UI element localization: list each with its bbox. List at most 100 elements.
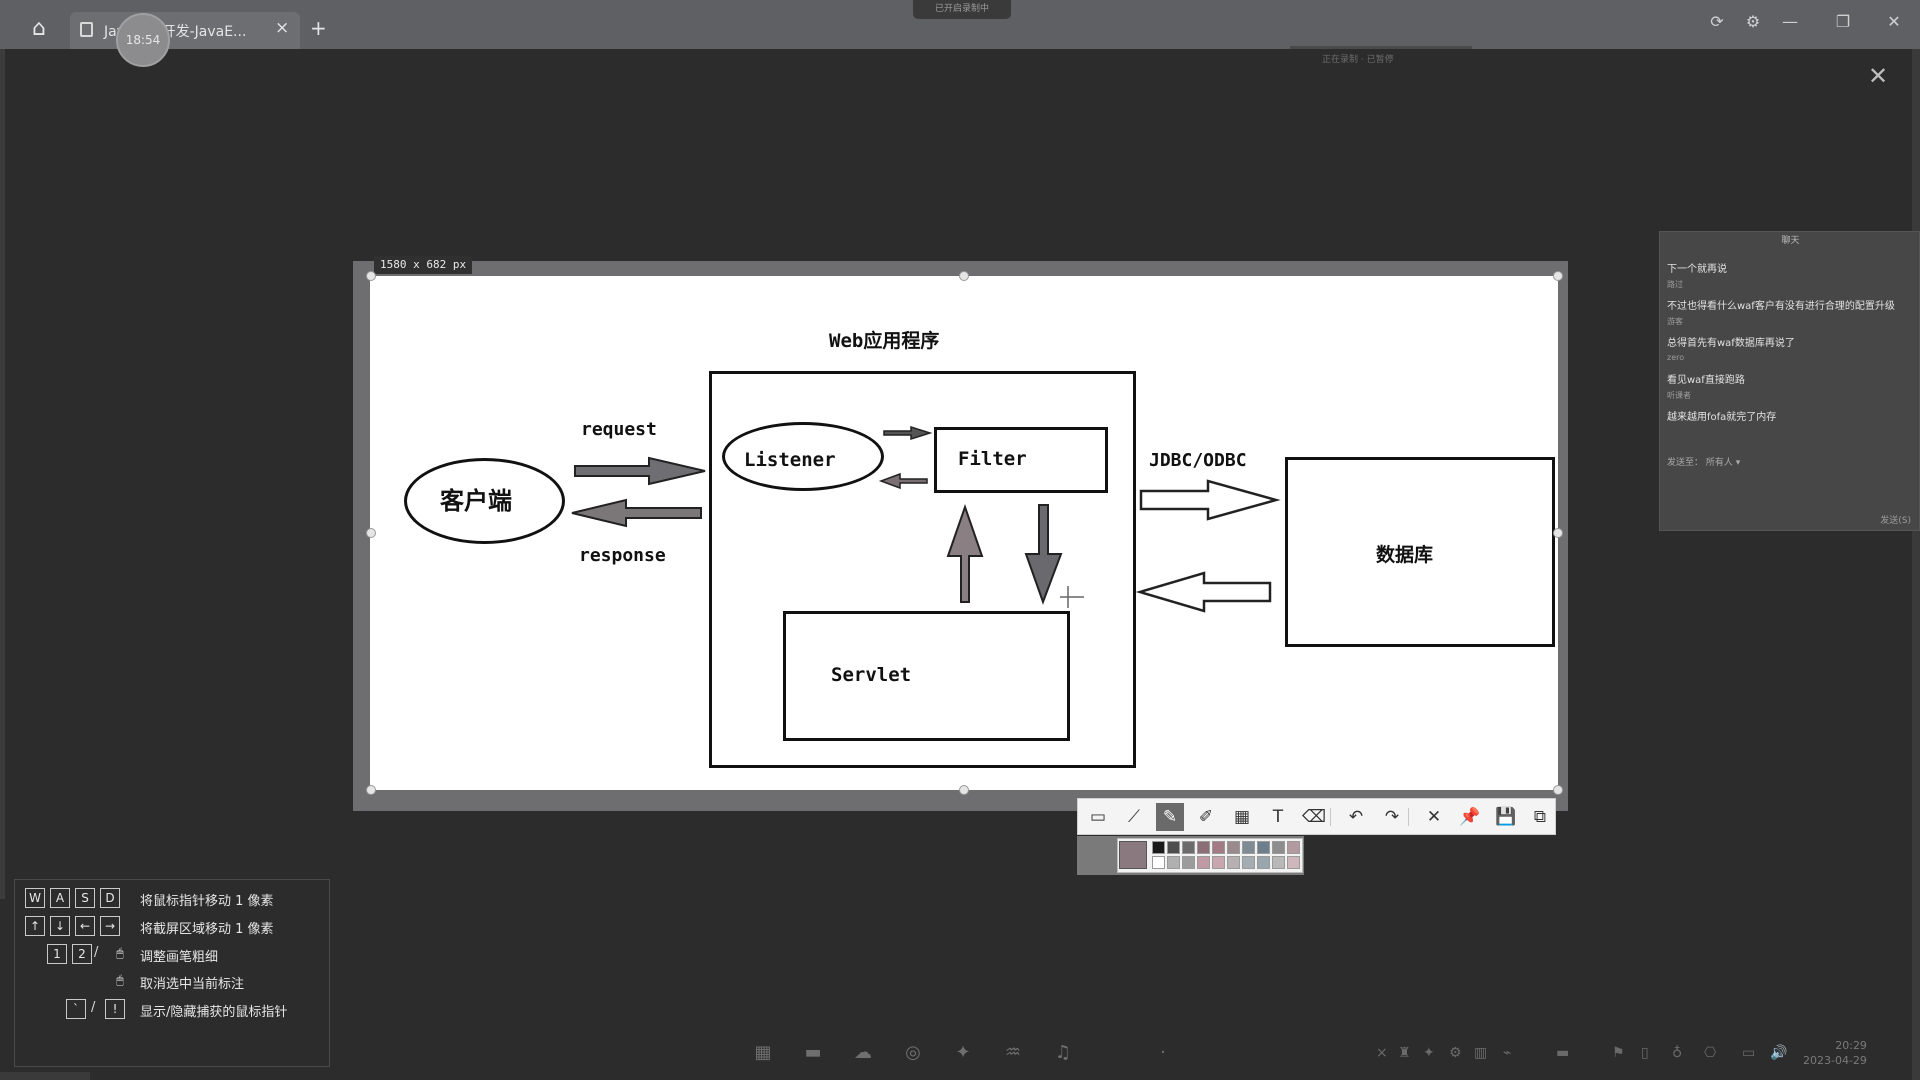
color-swatch[interactable]	[1227, 841, 1240, 854]
tray-icon[interactable]: ♜	[1398, 1045, 1411, 1061]
color-swatch[interactable]	[1182, 856, 1195, 869]
chat-sender-name: 听课者	[1667, 391, 1691, 400]
tray-icon[interactable]: ▥	[1474, 1045, 1487, 1061]
tray-icon[interactable]: ▯	[1641, 1045, 1649, 1061]
copy-tool-icon[interactable]: ⧉	[1526, 803, 1554, 831]
keyboard-key: A	[50, 888, 70, 908]
clock-time: 20:29	[1835, 1039, 1867, 1052]
key-separator: /	[94, 945, 99, 960]
servlet-to-filter-arrow	[946, 503, 984, 603]
mosaic-tool-icon[interactable]: ▦	[1228, 803, 1256, 831]
tray-icon[interactable]: ✦	[1423, 1045, 1435, 1061]
rectangle-tool-icon[interactable]: ▭	[1084, 803, 1112, 831]
undo-tool-icon[interactable]: ↶	[1342, 803, 1370, 831]
resize-handle-bottom[interactable]	[959, 785, 969, 795]
resize-handle-top-right[interactable]	[1553, 271, 1563, 281]
color-swatch[interactable]	[1197, 856, 1210, 869]
close-capture-icon[interactable]: ✕	[1868, 62, 1888, 90]
shortcut-hint-row: W A S D 将鼠标指针移动 1 像素	[15, 886, 331, 912]
tray-icon[interactable]: ⚑	[1612, 1045, 1625, 1061]
color-swatch[interactable]	[1227, 856, 1240, 869]
restore-button[interactable]: ❐	[1831, 12, 1855, 31]
current-color-swatch[interactable]	[1119, 841, 1147, 869]
diagram-arrows	[571, 425, 1281, 613]
color-swatch[interactable]	[1167, 856, 1180, 869]
tray-icon[interactable]: 🔊	[1770, 1045, 1787, 1061]
chat-message: 下一个就再说	[1667, 264, 1727, 275]
browser-tab[interactable]: Java安全开发-JavaE... ×	[70, 12, 300, 49]
settings-icon[interactable]: ⚙	[1741, 12, 1765, 31]
jdbc-response-arrow	[1135, 571, 1272, 613]
taskbar-app-icon[interactable]: ♫	[1050, 1042, 1076, 1064]
color-swatch[interactable]	[1242, 856, 1255, 869]
tray-icon[interactable]: ♁	[1672, 1045, 1682, 1061]
color-swatch[interactable]	[1212, 841, 1225, 854]
color-swatch[interactable]	[1152, 841, 1165, 854]
color-swatch[interactable]	[1242, 841, 1255, 854]
title-bar: ⌂ Java安全开发-JavaE... × + 已开启录制中 ⟳ ⚙ — ❐ ✕	[0, 0, 1920, 49]
taskbar-app-icon[interactable]: ✦	[950, 1042, 976, 1064]
tab-close-icon[interactable]: ×	[275, 18, 289, 38]
keyboard-key: 🖱	[116, 973, 124, 987]
taskbar-app-icon[interactable]: ◎	[900, 1042, 926, 1064]
color-swatch[interactable]	[1257, 856, 1270, 869]
close-window-button[interactable]: ✕	[1882, 12, 1906, 31]
chat-message: 越来越用fofa就完了内存	[1667, 412, 1777, 423]
keyboard-key: W	[25, 888, 45, 908]
app-logo-icon[interactable]: ⌂	[26, 16, 52, 42]
tray-icon[interactable]: ⌁	[1503, 1045, 1511, 1061]
toolbar-separator	[1330, 808, 1331, 826]
taskbar-app-icon[interactable]: ♒	[1000, 1042, 1026, 1064]
chat-message: 总得首先有waf数据库再说了	[1667, 338, 1795, 349]
tray-icon[interactable]: ▬	[1556, 1045, 1569, 1061]
taskbar-app-icon[interactable]: ·	[1150, 1042, 1176, 1064]
color-swatch[interactable]	[1182, 841, 1195, 854]
chat-message: 不过也得看什么waf客户有没有进行合理的配置升级	[1667, 301, 1895, 312]
chat-recipient-select[interactable]: 发送至： 所有人 ▾	[1667, 455, 1740, 468]
resize-handle-top-left[interactable]	[366, 271, 376, 281]
taskbar-app-icon[interactable]: ▦	[750, 1042, 776, 1064]
color-swatch[interactable]	[1212, 856, 1225, 869]
toolbar-separator	[1408, 808, 1409, 826]
color-swatch[interactable]	[1272, 856, 1285, 869]
chat-send-button[interactable]: 发送(S)	[1880, 513, 1911, 526]
resize-handle-bottom-right[interactable]	[1553, 785, 1563, 795]
listener-to-filter-arrow	[883, 425, 933, 441]
resize-handle-top[interactable]	[959, 271, 969, 281]
status-stripe	[1290, 46, 1472, 49]
redo-tool-icon[interactable]: ↷	[1378, 803, 1406, 831]
cancel-tool-icon[interactable]: ✕	[1420, 803, 1448, 831]
resize-handle-left[interactable]	[366, 528, 376, 538]
color-swatch[interactable]	[1272, 841, 1285, 854]
color-swatch[interactable]	[1287, 856, 1300, 869]
tray-icon[interactable]: ▭	[1742, 1045, 1755, 1061]
refresh-icon[interactable]: ⟳	[1705, 12, 1729, 31]
color-swatch[interactable]	[1152, 856, 1165, 869]
shortcut-description: 将鼠标指针移动 1 像素	[140, 894, 274, 909]
color-swatch[interactable]	[1167, 841, 1180, 854]
save-tool-icon[interactable]: 💾	[1492, 803, 1520, 831]
color-swatch[interactable]	[1257, 841, 1270, 854]
marker-tool-icon[interactable]: ✐	[1192, 803, 1220, 831]
tray-icon[interactable]: ⚙	[1449, 1045, 1462, 1061]
pin-tool-icon[interactable]: 📌	[1456, 803, 1484, 831]
new-tab-button[interactable]: +	[310, 16, 327, 40]
filter-to-listener-arrow	[878, 472, 928, 490]
polyline-tool-icon[interactable]: ⟋	[1120, 803, 1148, 831]
resize-handle-bottom-left[interactable]	[366, 785, 376, 795]
shortcut-description: 将截屏区域移动 1 像素	[140, 922, 274, 937]
color-swatch[interactable]	[1197, 841, 1210, 854]
minimize-button[interactable]: —	[1778, 12, 1802, 31]
keyboard-key: `	[66, 999, 86, 1019]
eraser-tool-icon[interactable]: ⌫	[1300, 803, 1328, 831]
color-swatch[interactable]	[1287, 841, 1300, 854]
taskbar-app-icon[interactable]: ▬	[800, 1042, 826, 1064]
tray-icon[interactable]: ×	[1376, 1045, 1388, 1061]
meeting-timer-avatar[interactable]: 18:54	[116, 13, 170, 67]
screenshot-canvas[interactable]: Web应用程序 客户端 request response Listener Fi…	[370, 276, 1558, 790]
tray-icon[interactable]: ⎔	[1704, 1045, 1716, 1061]
text-tool-icon[interactable]: T	[1264, 803, 1292, 831]
resize-handle-right[interactable]	[1553, 528, 1563, 538]
pen-tool-icon[interactable]: ✎	[1156, 803, 1184, 831]
taskbar-app-icon[interactable]: ☁	[850, 1042, 876, 1064]
